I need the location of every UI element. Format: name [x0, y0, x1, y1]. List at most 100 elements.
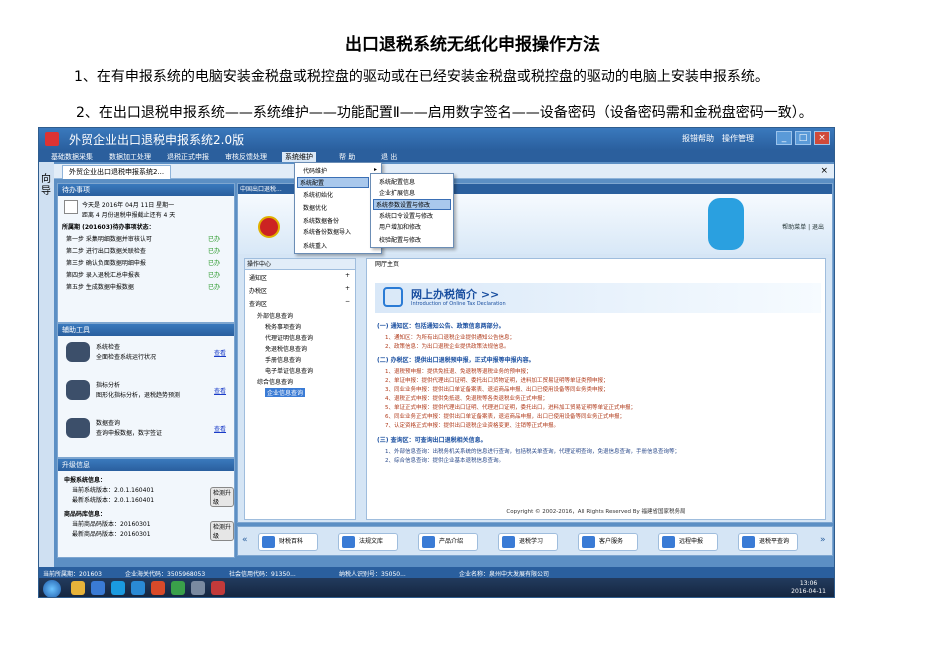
status-company-name: 企业名称：泉州中大发展有限公司 — [459, 571, 550, 578]
nav-e-document[interactable]: 电子单证信息查询 — [265, 366, 313, 375]
section-1-line: 1、通知区：为所有出口退税企业提供通知公告信息； — [385, 335, 516, 341]
submenu-config-info[interactable]: 系统配置信息 — [379, 177, 415, 186]
system-clock[interactable]: 13:06 2016-04-11 — [791, 580, 826, 596]
menu-data-process[interactable]: 数据加工处理 — [109, 152, 151, 162]
quick-tax-learning[interactable]: 退税学习 — [498, 533, 558, 551]
tool-icon[interactable] — [191, 581, 205, 595]
tool-1-link[interactable]: 查看 — [214, 348, 226, 357]
nav-tax-office[interactable]: 办税区 — [249, 286, 267, 295]
scroll-right-icon[interactable]: » — [820, 535, 826, 545]
tab-main[interactable]: 外贸企业出口退税申报系统2... — [62, 165, 172, 179]
close-icon[interactable]: × — [814, 131, 830, 145]
nav-exempt-info[interactable]: 免退税信息查询 — [265, 344, 307, 353]
nav-combined-query[interactable]: 综合信息查询 — [257, 377, 293, 386]
submenu-param-settings[interactable]: 系统参数设置与修改 — [373, 199, 451, 210]
content-tab[interactable]: 网厅主页 — [375, 259, 399, 268]
nav-agent-cert[interactable]: 代理证明信息查询 — [265, 333, 313, 342]
todo-step-4[interactable]: 第四步 录入退税汇总申报表 — [66, 270, 140, 279]
status-bar: 当前所属期：201603 企业海关代码：3505968053 社会信用代码：91… — [39, 567, 834, 578]
qq-icon[interactable] — [111, 581, 125, 595]
nav-tree: 操作中心 通知区 + 办税区 + 查询区 − 外部信息查询 税务事项查询 代理证… — [244, 258, 356, 520]
mascot-icon — [708, 198, 744, 250]
scroll-left-icon[interactable]: « — [242, 535, 248, 545]
quick-remote-declare[interactable]: 远程申报 — [658, 533, 718, 551]
left-wizard-strip[interactable]: 向导 — [39, 162, 54, 567]
expand-icon[interactable]: + — [345, 272, 350, 279]
media-icon[interactable] — [171, 581, 185, 595]
menu-exit[interactable]: 退 出 — [381, 152, 397, 162]
nav-company-info[interactable]: 企业信息查询 — [265, 388, 306, 397]
nav-manual-info[interactable]: 手册信息查询 — [265, 355, 301, 364]
clock-date: 2016-04-11 — [791, 588, 826, 595]
menu-item-backup[interactable]: 系统数据备份 — [303, 216, 339, 225]
quick-law-library[interactable]: 法规文库 — [338, 533, 398, 551]
nav-notice[interactable]: 通知区 — [249, 273, 267, 282]
menu-formal-declare[interactable]: 退税正式申报 — [167, 152, 209, 162]
quick-product-intro[interactable]: 产品介绍 — [418, 533, 478, 551]
app-logo-icon — [45, 132, 59, 146]
quick-tax-wiki[interactable]: 财税百科 — [258, 533, 318, 551]
todo-notice: 距离 4 月份退税申报截止还有 4 天 — [82, 212, 176, 219]
upgrade-header: 升级信息 — [58, 459, 234, 471]
banner-help-links[interactable]: 帮助菜单 | 退出 — [782, 222, 824, 231]
todo-step-4-status: 已办 — [208, 272, 221, 279]
menu-item-restore[interactable]: 系统备份数据导入 — [303, 227, 351, 236]
quick-tax-query[interactable]: 退税平查询 — [738, 533, 798, 551]
document-title: 出口退税系统无纸化申报操作方法 — [345, 35, 600, 55]
sys-latest-version: 最新系统版本：2.0.1.160401 — [72, 497, 155, 504]
restore-icon[interactable]: □ — [795, 131, 811, 145]
system-check-icon — [66, 342, 90, 362]
nav-tax-matters[interactable]: 税务事项查询 — [265, 322, 301, 331]
section-3-line: 1、外部信息查询：出税务机关系统的信息进行查询，包括税关单查询，代理证明查询，免… — [385, 449, 681, 455]
todo-step-2[interactable]: 第二步 进行出口数据关联检查 — [66, 246, 146, 255]
todo-date: 今天是 2016年 04月 11日 星期一 — [82, 202, 175, 209]
start-button-icon[interactable] — [43, 580, 61, 597]
step-2-text: 2、在出口退税申报系统——系统维护——功能配置Ⅱ——启用数字签名——设备密码（设… — [76, 105, 813, 121]
ops-link[interactable]: 操作管理 — [722, 133, 754, 144]
screen-icon — [383, 287, 403, 307]
menu-system-maintenance[interactable]: 系统维护 — [282, 152, 316, 162]
content-pane: 网厅主页 网上办税简介 >> Introduction of Online Ta… — [366, 258, 826, 520]
browser-icon[interactable] — [131, 581, 145, 595]
expand-icon[interactable]: + — [345, 285, 350, 292]
todo-step-1[interactable]: 第一步 采集明细数据并审核认可 — [66, 234, 152, 243]
menu-item-code-maint[interactable]: 代码维护 — [303, 166, 327, 175]
tab-close-icon[interactable]: × — [820, 166, 828, 176]
menu-item-optimize[interactable]: 数据优化 — [303, 203, 327, 212]
submenu-password[interactable]: 系统口令设置与修改 — [379, 211, 433, 220]
remote-icon — [662, 536, 675, 548]
collapse-icon[interactable]: − — [345, 298, 350, 305]
code-upgrade-button[interactable]: 检测升级 — [210, 521, 234, 541]
todo-step-5[interactable]: 第五步 生成数据申报数据 — [66, 282, 134, 291]
menu-item-init[interactable]: 系统初始化 — [303, 190, 333, 199]
tool-3-link[interactable]: 查看 — [214, 424, 226, 433]
menu-item-reenter[interactable]: 系统重入 — [303, 241, 327, 250]
submenu-users[interactable]: 用户增加和修改 — [379, 222, 421, 231]
menu-help[interactable]: 帮 助 — [339, 152, 355, 162]
tax-app-icon[interactable] — [211, 581, 225, 595]
todo-step-3[interactable]: 第三步 确认负面数据明细申报 — [66, 258, 146, 267]
tool-3-title: 数据查询 — [96, 420, 121, 427]
app-screenshot: 外贸企业出口退税申报系统2.0版 报错帮助 操作管理 _ □ × 基础数据采集 … — [38, 127, 835, 598]
menu-item-system-config[interactable]: 系统配置 — [297, 177, 369, 188]
section-2-line: 6、同业业务正式申报：提供出口单证备案表，退运商品申报，出口已使用设备等同业务正… — [385, 414, 626, 420]
quick-customer-service[interactable]: 客户服务 — [578, 533, 638, 551]
app-icon[interactable] — [151, 581, 165, 595]
intro-header: 网上办税简介 >> Introduction of Online Tax Dec… — [375, 283, 821, 313]
menu-data-collect[interactable]: 基础数据采集 — [51, 152, 93, 162]
submenu-company-ext[interactable]: 企业扩展信息 — [379, 188, 415, 197]
todo-step-2-status: 已办 — [208, 248, 221, 255]
minimize-icon[interactable]: _ — [776, 131, 792, 145]
nav-external-query[interactable]: 外部信息查询 — [257, 311, 293, 320]
section-3-title: (三) 查询区：可查询出口退税相关信息。 — [377, 437, 487, 444]
folder-icon[interactable] — [71, 581, 85, 595]
submenu-validation[interactable]: 校验配置与修改 — [379, 235, 421, 244]
word-icon[interactable] — [91, 581, 105, 595]
section-2-line: 2、单证申报：提供代理出口证明、委托出口货物证明，进料加工贸易证明等单证类预申报… — [385, 378, 609, 384]
section-2-line: 1、退税预申报：提供免抵退、免退税等退税业务的预申报； — [385, 369, 532, 375]
menu-audit-feedback[interactable]: 审核反馈处理 — [225, 152, 267, 162]
tool-2-link[interactable]: 查看 — [214, 386, 226, 395]
sys-upgrade-button[interactable]: 检测升级 — [210, 487, 234, 507]
help-link[interactable]: 报错帮助 — [682, 133, 714, 144]
nav-query[interactable]: 查询区 — [249, 299, 267, 308]
